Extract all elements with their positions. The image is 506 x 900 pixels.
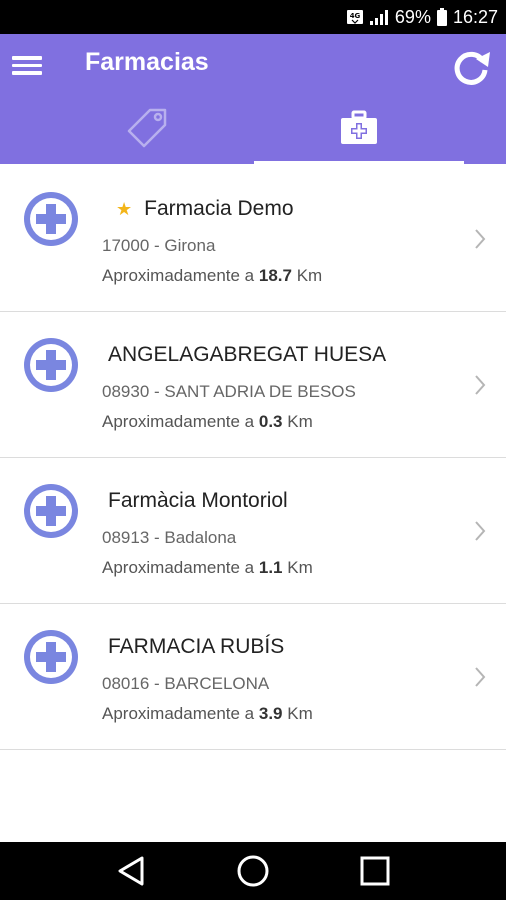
pharmacy-address: 08913 - Badalona	[102, 528, 237, 547]
pharmacy-name: FARMACIA RUBÍS	[108, 635, 285, 658]
pharmacy-item[interactable]: ★ Farmacia Demo 17000 - Girona Aproximad…	[0, 166, 506, 312]
pharmacy-cross-icon	[22, 628, 80, 686]
pharmacy-item[interactable]: ANGELAGABREGAT HUESA 08930 - SANT ADRIA …	[0, 312, 506, 458]
refresh-icon[interactable]	[450, 46, 492, 88]
tab-pharmacies[interactable]	[254, 96, 464, 164]
chevron-right-icon	[470, 458, 490, 604]
pharmacy-name: ANGELAGABREGAT HUESA	[108, 343, 387, 366]
pharmacy-address: 17000 - Girona	[102, 236, 216, 255]
tab-bar	[0, 96, 506, 164]
first-aid-kit-icon	[339, 110, 379, 151]
battery-percent: 69%	[394, 6, 431, 27]
pharmacy-item[interactable]: FARMACIA RUBÍS 08016 - BARCELONA Aproxim…	[0, 604, 506, 750]
back-icon[interactable]	[111, 851, 151, 891]
pharmacy-item[interactable]: Farmàcia Montoriol 08913 - Badalona Apro…	[0, 458, 506, 604]
active-tab-indicator	[254, 161, 464, 164]
app-bar: Farmacias	[0, 34, 506, 164]
network-4g-icon: 4G	[346, 8, 363, 26]
clock: 16:27	[452, 6, 498, 27]
pharmacy-distance: Aproximadamente a 3.9 Km	[102, 704, 313, 723]
chevron-right-icon	[470, 312, 490, 458]
tab-offers[interactable]	[43, 96, 253, 164]
svg-text:4G: 4G	[350, 12, 361, 20]
system-nav-bar	[0, 842, 506, 900]
pharmacy-cross-icon	[22, 190, 80, 248]
pharmacy-address: 08930 - SANT ADRIA DE BESOS	[102, 382, 356, 401]
pharmacy-list: ★ Farmacia Demo 17000 - Girona Aproximad…	[0, 166, 506, 750]
pharmacy-name: Farmàcia Montoriol	[108, 489, 288, 512]
signal-icon	[369, 8, 389, 26]
pharmacy-address: 08016 - BARCELONA	[102, 674, 270, 693]
status-bar: 4G 69% 16:27	[0, 0, 506, 34]
pharmacy-cross-icon	[22, 336, 80, 394]
battery-icon	[436, 8, 447, 26]
pharmacy-distance: Aproximadamente a 1.1 Km	[102, 558, 313, 577]
pharmacy-cross-icon	[22, 482, 80, 540]
tag-icon	[126, 106, 170, 155]
chevron-right-icon	[470, 604, 490, 750]
page-title: Farmacias	[85, 48, 209, 76]
pharmacy-name: Farmacia Demo	[144, 197, 294, 220]
menu-icon[interactable]	[12, 52, 46, 80]
favorite-star-icon: ★	[116, 198, 133, 219]
pharmacy-distance: Aproximadamente a 0.3 Km	[102, 412, 313, 431]
recent-apps-icon[interactable]	[355, 851, 395, 891]
chevron-right-icon	[470, 166, 490, 312]
home-icon[interactable]	[233, 851, 273, 891]
pharmacy-distance: Aproximadamente a 18.7 Km	[102, 266, 323, 285]
